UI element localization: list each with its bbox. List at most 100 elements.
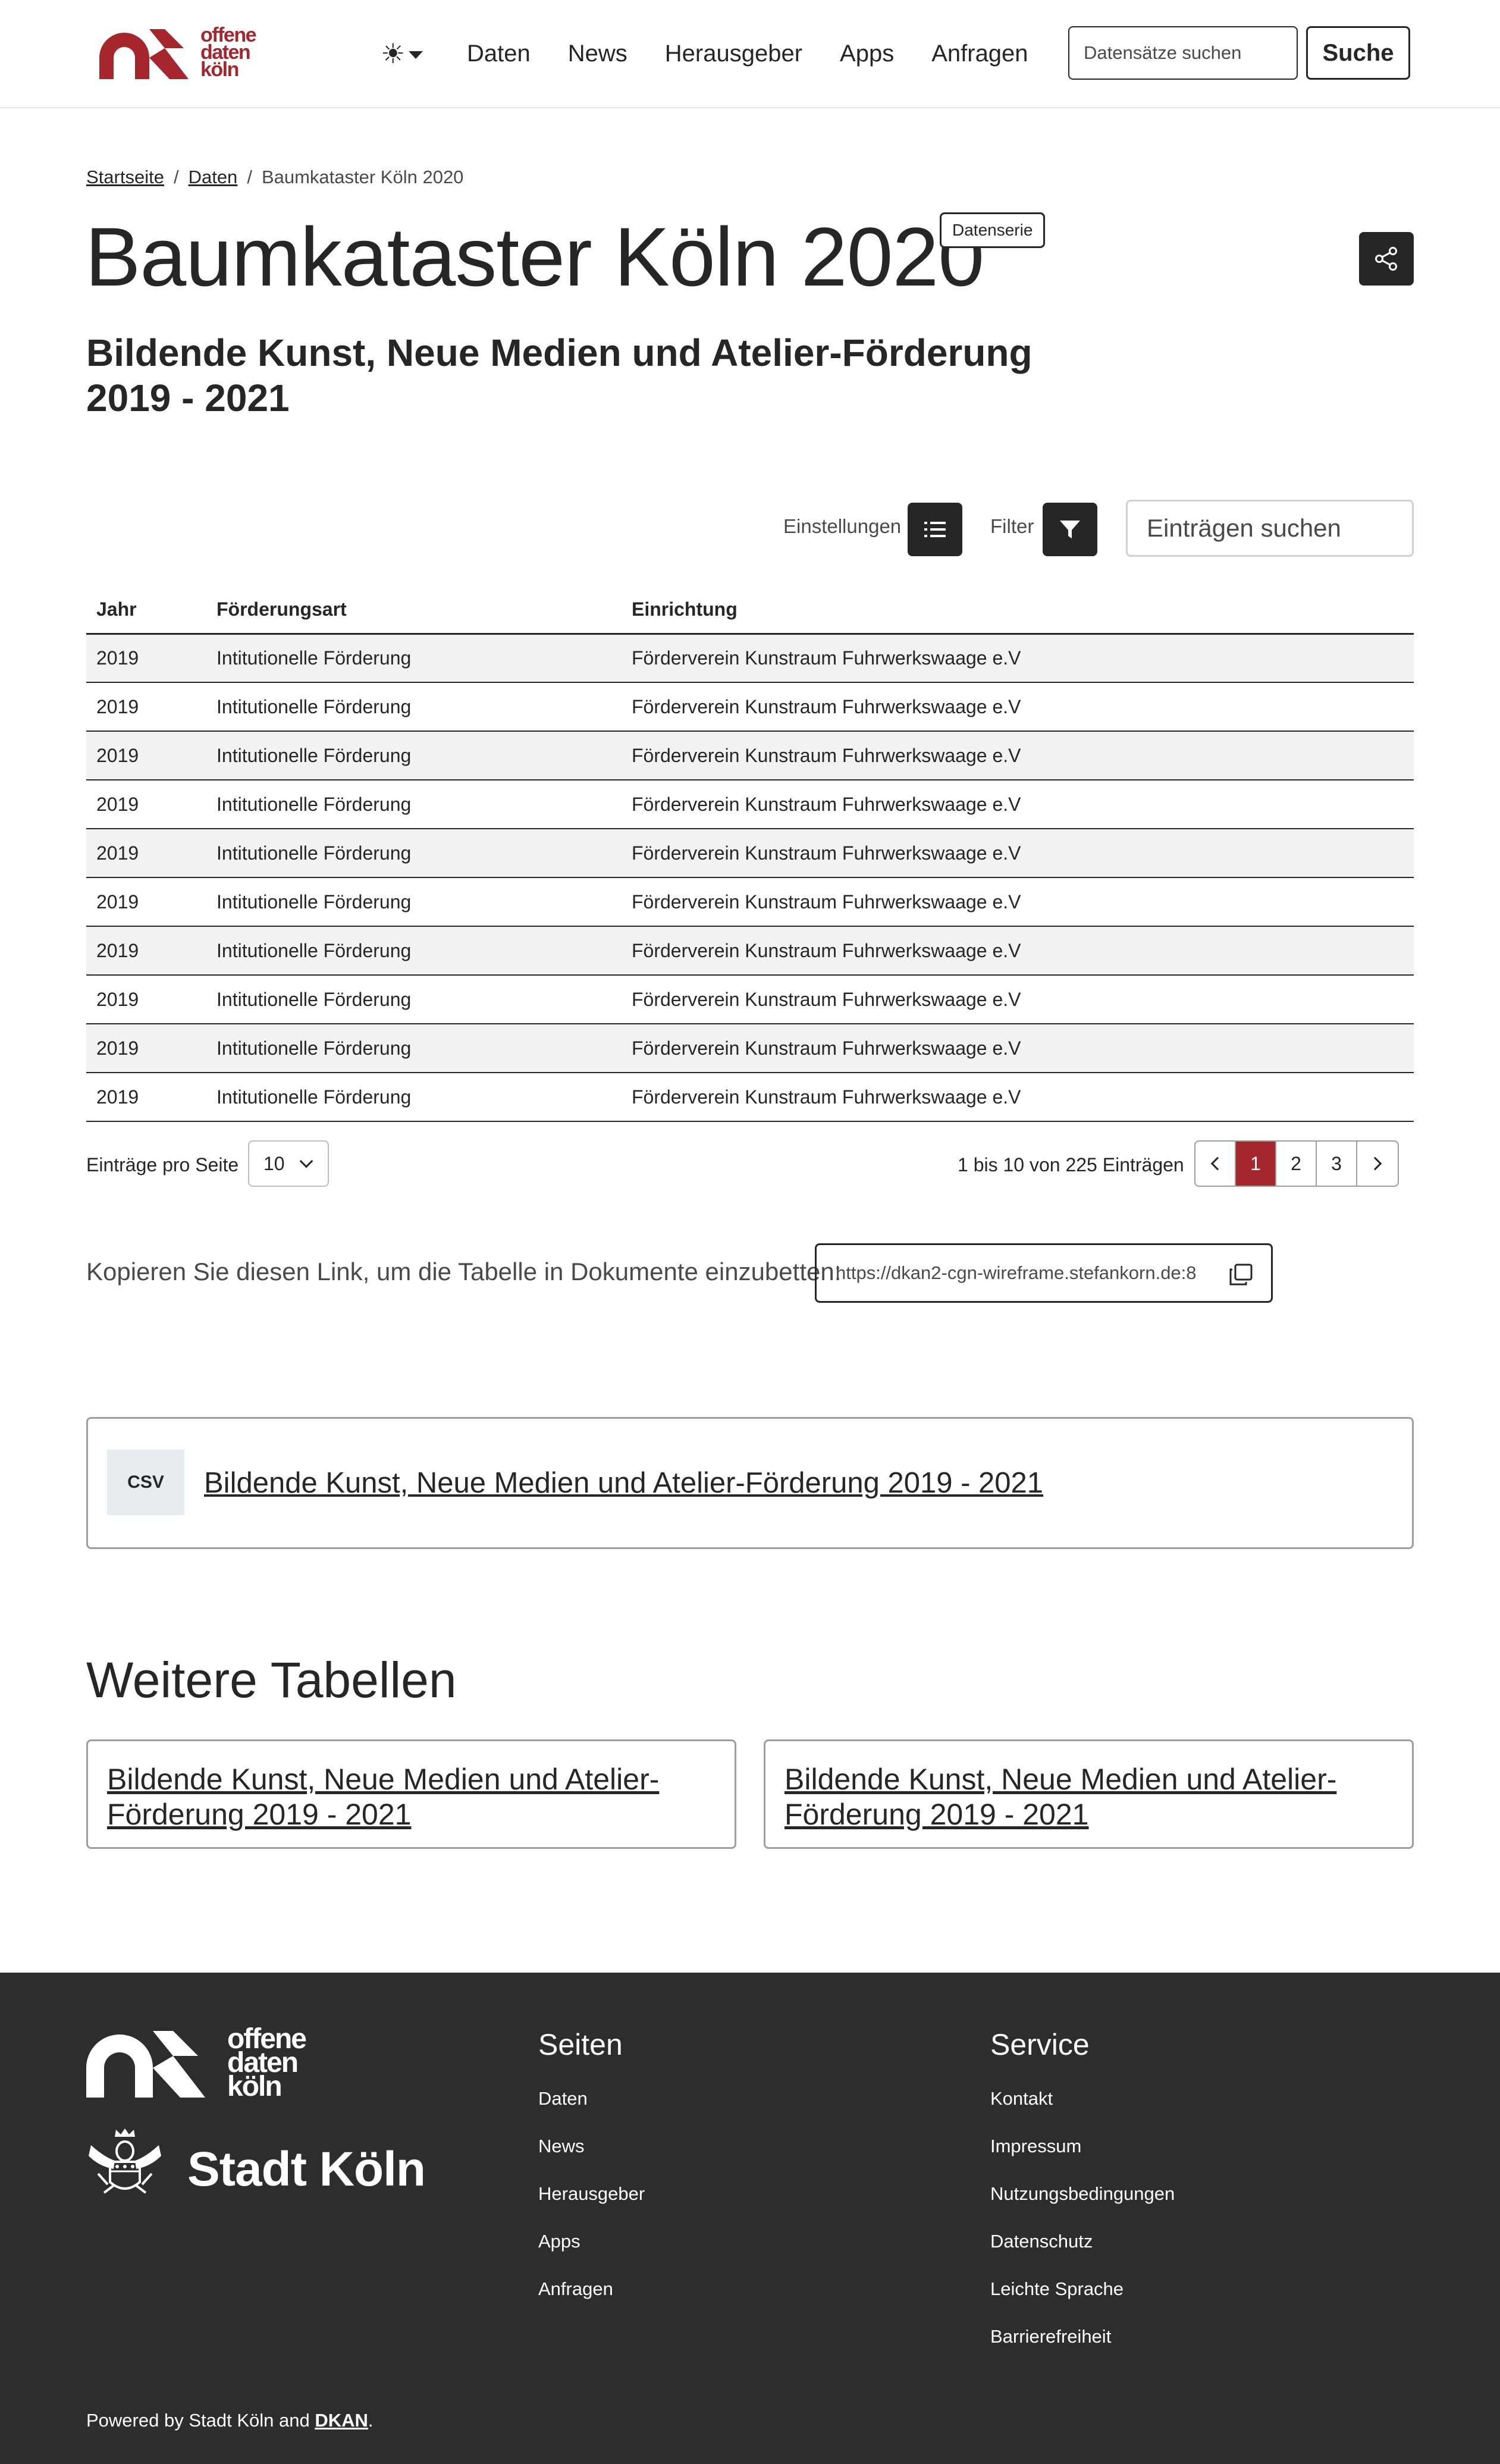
pagination: 1 2 3	[1194, 1140, 1399, 1187]
data-table: Jahr Förderungsart Einrichtung 2019 Intit…	[86, 586, 1414, 1122]
resource-card: CSV Bildende Kunst, Neue Medien und Atel…	[86, 1417, 1414, 1549]
page-title: Baumkataster Köln 2020	[85, 210, 984, 303]
cell-einrichtung: Förderverein Kunstraum Fuhrwerkswaage e.…	[622, 780, 1414, 829]
cell-einrichtung: Förderverein Kunstraum Fuhrwerkswaage e.…	[622, 634, 1414, 683]
table-row: 2019 Intitutionelle Förderung Förderverein…	[86, 877, 1414, 927]
list-icon	[924, 522, 946, 537]
footer-column-service: Service Kontakt Impressum Nutzungsbeding…	[990, 2027, 1175, 2360]
table-row: 2019 Intitutionelle Förderung Förderverein…	[86, 1024, 1414, 1073]
pagination-page-3[interactable]: 3	[1317, 1142, 1357, 1186]
cell-foerderungsart: Intitutionelle Förderung	[206, 634, 622, 683]
csv-format-badge: CSV	[107, 1450, 184, 1515]
resource-link[interactable]: Bildende Kunst, Neue Medien und Atelier-…	[204, 1466, 1043, 1500]
cell-jahr: 2019	[86, 926, 206, 976]
cell-foerderungsart: Intitutionelle Förderung	[206, 1024, 622, 1073]
embed-url-field[interactable]: https://dkan2-cgn-wireframe.stefankorn.d…	[815, 1243, 1273, 1303]
theme-toggle-button[interactable]: ☀	[381, 36, 423, 71]
filter-label: Filter	[990, 515, 1034, 537]
nav-apps[interactable]: Apps	[840, 32, 894, 75]
breadcrumb-startseite[interactable]: Startseite	[86, 167, 164, 188]
entries-range-text: 1 bis 10 von 225 Einträgen	[958, 1154, 1184, 1175]
copy-icon[interactable]	[1228, 1263, 1253, 1287]
filter-button[interactable]	[1043, 503, 1097, 556]
caret-down-icon	[409, 51, 423, 59]
nav-anfragen[interactable]: Anfragen	[931, 32, 1028, 75]
footer-link-daten[interactable]: Daten	[538, 2075, 645, 2123]
breadcrumb-separator: /	[247, 167, 252, 187]
footer-link-nutzungsbedingungen[interactable]: Nutzungsbedingungen	[990, 2170, 1175, 2218]
pagination-page-2[interactable]: 2	[1276, 1142, 1317, 1186]
main-nav: Daten News Herausgeber Apps Anfragen	[467, 32, 1028, 75]
footer-logo[interactable]: offene daten köln	[86, 2025, 312, 2101]
share-button[interactable]	[1359, 232, 1414, 286]
cell-jahr: 2019	[86, 682, 206, 732]
share-icon	[1375, 247, 1397, 271]
breadcrumb-separator: /	[173, 167, 179, 187]
dataset-search-input[interactable]: Datensätze suchen	[1068, 26, 1298, 80]
stadt-koeln-logo[interactable]: Stadt Köln	[86, 2127, 443, 2211]
footer-link-apps[interactable]: Apps	[538, 2218, 645, 2265]
footer-link-impressum[interactable]: Impressum	[990, 2123, 1175, 2170]
column-header-jahr[interactable]: Jahr	[86, 586, 206, 635]
pagination-page-1[interactable]: 1	[1236, 1142, 1276, 1186]
powered-by-text: Powered by Stadt Köln and	[86, 2410, 315, 2431]
footer-link-barrierefreiheit[interactable]: Barrierefreiheit	[990, 2313, 1175, 2360]
breadcrumb: Startseite / Daten / Baumkataster Köln 2…	[86, 167, 463, 188]
embed-url-text: https://dkan2-cgn-wireframe.stefankorn.d…	[836, 1262, 1197, 1283]
cell-einrichtung: Förderverein Kunstraum Fuhrwerkswaage e.…	[622, 731, 1414, 780]
per-page-select[interactable]: 10	[248, 1140, 329, 1187]
nav-herausgeber[interactable]: Herausgeber	[665, 32, 802, 75]
footer-link-kontakt[interactable]: Kontakt	[990, 2075, 1175, 2123]
nav-news[interactable]: News	[568, 32, 627, 75]
powered-by-suffix: .	[368, 2410, 374, 2431]
table-row: 2019 Intitutionelle Förderung Förderverein…	[86, 829, 1414, 878]
column-header-einrichtung[interactable]: Einrichtung	[622, 586, 1414, 635]
logo-mark-icon	[99, 29, 189, 79]
site-footer: offene daten köln Stadt Köln Seiten Date…	[0, 1973, 1500, 2464]
table-header-row: Jahr Förderungsart Einrichtung	[86, 586, 1414, 635]
table-row: 2019 Intitutionelle Förderung Förderverein…	[86, 975, 1414, 1024]
series-badge: Datenserie	[940, 212, 1046, 248]
nav-daten[interactable]: Daten	[467, 32, 531, 75]
table-row: 2019 Intitutionelle Förderung Förderverein…	[86, 780, 1414, 829]
column-header-foerderungsart[interactable]: Förderungsart	[206, 586, 622, 635]
footer-link-herausgeber[interactable]: Herausgeber	[538, 2170, 645, 2218]
cell-jahr: 2019	[86, 634, 206, 683]
cell-einrichtung: Förderverein Kunstraum Fuhrwerkswaage e.…	[622, 1024, 1414, 1073]
settings-button[interactable]	[908, 503, 962, 556]
logo-line-3: köln	[200, 58, 239, 81]
settings-label: Einstellungen	[783, 515, 902, 537]
pagination-next-button[interactable]	[1357, 1142, 1398, 1186]
more-table-link[interactable]: Bildende Kunst, Neue Medien und Atelier-…	[784, 1763, 1336, 1831]
cell-einrichtung: Förderverein Kunstraum Fuhrwerkswaage e.…	[622, 877, 1414, 927]
embed-label: Kopieren Sie diesen Link, um die Tabelle…	[86, 1258, 842, 1286]
cell-jahr: 2019	[86, 780, 206, 829]
entries-search-input[interactable]: Einträgen suchen	[1126, 500, 1414, 557]
footer-link-datenschutz[interactable]: Datenschutz	[990, 2218, 1175, 2265]
funnel-icon	[1060, 521, 1080, 538]
footer-link-leichte-sprache[interactable]: Leichte Sprache	[990, 2265, 1175, 2313]
breadcrumb-current: Baumkataster Köln 2020	[261, 167, 464, 187]
city-name: Stadt Köln	[187, 2142, 426, 2196]
cell-einrichtung: Förderverein Kunstraum Fuhrwerkswaage e.…	[622, 1073, 1414, 1122]
chevron-left-icon	[1210, 1156, 1225, 1171]
cell-einrichtung: Förderverein Kunstraum Fuhrwerkswaage e.…	[622, 926, 1414, 976]
table-row: 2019 Intitutionelle Förderung Förderverein…	[86, 926, 1414, 976]
cell-foerderungsart: Intitutionelle Förderung	[206, 926, 622, 976]
footer-logo-text: offene daten köln	[227, 2025, 307, 2101]
pagination-prev-button[interactable]	[1195, 1142, 1236, 1186]
footer-link-anfragen[interactable]: Anfragen	[538, 2265, 645, 2313]
breadcrumb-daten[interactable]: Daten	[189, 167, 238, 188]
chevron-down-icon	[299, 1154, 313, 1168]
more-table-card: Bildende Kunst, Neue Medien und Atelier-…	[86, 1739, 736, 1849]
dkan-link[interactable]: DKAN	[315, 2410, 368, 2431]
offene-daten-koeln-logo[interactable]: offene daten köln	[99, 25, 266, 81]
search-button[interactable]: Suche	[1306, 26, 1410, 80]
cell-foerderungsart: Intitutionelle Förderung	[206, 682, 622, 732]
cell-einrichtung: Förderverein Kunstraum Fuhrwerkswaage e.…	[622, 829, 1414, 878]
more-table-link[interactable]: Bildende Kunst, Neue Medien und Atelier-…	[107, 1763, 659, 1831]
footer-link-news[interactable]: News	[538, 2123, 645, 2170]
cell-jahr: 2019	[86, 1024, 206, 1073]
cell-foerderungsart: Intitutionelle Förderung	[206, 780, 622, 829]
cell-jahr: 2019	[86, 731, 206, 780]
